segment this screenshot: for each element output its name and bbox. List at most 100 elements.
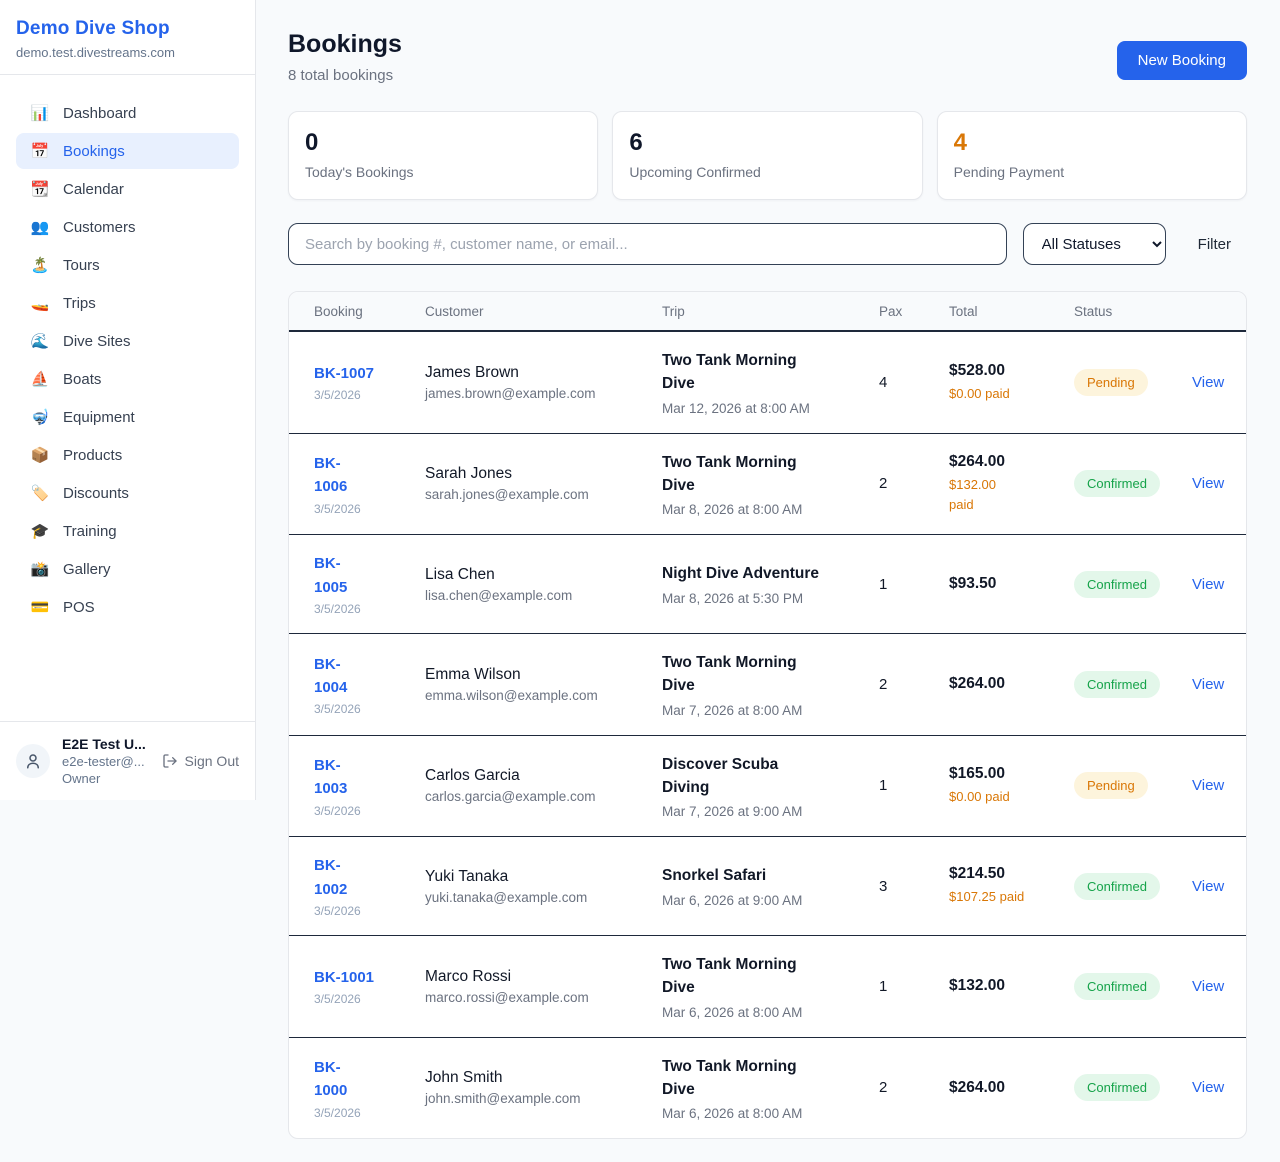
trip-time: Mar 12, 2026 at 8:00 AM <box>662 401 879 416</box>
booking-date: 3/5/2026 <box>314 602 425 616</box>
booking-id-link[interactable]: BK- 1004 <box>314 653 425 700</box>
booking-id-link[interactable]: BK- 1006 <box>314 452 425 499</box>
sidebar-item-gallery[interactable]: 📸 Gallery <box>16 551 239 587</box>
customer-name: Emma Wilson <box>425 666 662 684</box>
table-row: BK- 1002 3/5/2026 Yuki Tanaka yuki.tanak… <box>289 837 1246 936</box>
status-badge: Pending <box>1074 772 1148 799</box>
view-link[interactable]: View <box>1192 374 1224 391</box>
trip-name: Two Tank Morning Dive <box>662 953 879 1000</box>
sidebar: Demo Dive Shop demo.test.divestreams.com… <box>0 0 256 800</box>
shop-name: Demo Dive Shop <box>16 18 239 40</box>
trip-name: Two Tank Morning Dive <box>662 349 879 396</box>
sidebar-item-discounts[interactable]: 🏷️ Discounts <box>16 475 239 511</box>
sidebar-item-label: Tours <box>63 257 100 274</box>
sign-out-button[interactable]: Sign Out <box>162 753 239 769</box>
trip-time: Mar 8, 2026 at 8:00 AM <box>662 502 879 517</box>
stat-card-pending-payment: 4 Pending Payment <box>937 111 1247 200</box>
customer-email: sarah.jones@example.com <box>425 487 662 502</box>
customer-name: James Brown <box>425 364 662 382</box>
trip-name: Two Tank Morning Dive <box>662 1055 879 1102</box>
sign-out-icon <box>162 753 178 769</box>
new-booking-button[interactable]: New Booking <box>1117 41 1247 80</box>
island-icon: 🏝️ <box>30 256 50 274</box>
customer-email: john.smith@example.com <box>425 1091 662 1106</box>
table-row: BK- 1004 3/5/2026 Emma Wilson emma.wilso… <box>289 634 1246 736</box>
booking-id-link[interactable]: BK- 1003 <box>314 754 425 801</box>
sidebar-item-equipment[interactable]: 🤿 Equipment <box>16 399 239 435</box>
table-row: BK- 1006 3/5/2026 Sarah Jones sarah.jone… <box>289 434 1246 536</box>
sidebar-item-training[interactable]: 🎓 Training <box>16 513 239 549</box>
booking-id-link[interactable]: BK- 1000 <box>314 1056 425 1103</box>
customer-name: Sarah Jones <box>425 465 662 483</box>
total-amount: $214.50 <box>949 865 1074 883</box>
person-icon <box>24 752 42 770</box>
sidebar-item-bookings[interactable]: 📅 Bookings <box>16 133 239 169</box>
status-filter-select[interactable]: All Statuses <box>1023 223 1166 265</box>
customer-name: John Smith <box>425 1069 662 1087</box>
status-badge: Confirmed <box>1074 571 1160 598</box>
pax-count: 2 <box>879 1079 949 1096</box>
sidebar-header: Demo Dive Shop demo.test.divestreams.com <box>0 0 255 75</box>
bookings-page: Demo Dive Shop demo.test.divestreams.com… <box>0 0 1280 1162</box>
booking-id-link[interactable]: BK-1001 <box>314 966 425 989</box>
stats-row: 0 Today's Bookings 6 Upcoming Confirmed … <box>288 111 1247 200</box>
main-content: Bookings 8 total bookings New Booking 0 … <box>256 0 1280 1139</box>
grad-cap-icon: 🎓 <box>30 522 50 540</box>
status-badge: Confirmed <box>1074 873 1160 900</box>
sidebar-item-dashboard[interactable]: 📊 Dashboard <box>16 95 239 131</box>
stat-label: Pending Payment <box>954 164 1230 180</box>
sidebar-item-pos[interactable]: 💳 POS <box>16 589 239 625</box>
booking-id-link[interactable]: BK- 1005 <box>314 552 425 599</box>
view-link[interactable]: View <box>1192 978 1224 995</box>
customer-email: carlos.garcia@example.com <box>425 789 662 804</box>
booking-id-link[interactable]: BK-1007 <box>314 362 425 385</box>
sidebar-item-trips[interactable]: 🚤 Trips <box>16 285 239 321</box>
customer-email: james.brown@example.com <box>425 386 662 401</box>
booking-date: 3/5/2026 <box>314 992 425 1006</box>
stat-card-upcoming-confirmed: 6 Upcoming Confirmed <box>612 111 922 200</box>
status-badge: Confirmed <box>1074 973 1160 1000</box>
bookings-table: Booking Customer Trip Pax Total Status B… <box>288 291 1247 1139</box>
table-row: BK-1007 3/5/2026 James Brown james.brown… <box>289 332 1246 434</box>
search-input[interactable] <box>288 223 1007 265</box>
sidebar-nav: 📊 Dashboard 📅 Bookings 📆 Calendar 👥 Cust… <box>0 75 255 721</box>
sidebar-item-customers[interactable]: 👥 Customers <box>16 209 239 245</box>
booking-date: 3/5/2026 <box>314 502 425 516</box>
view-link[interactable]: View <box>1192 676 1224 693</box>
column-header-total: Total <box>949 304 1074 319</box>
sidebar-item-label: Calendar <box>63 181 124 198</box>
sidebar-item-calendar[interactable]: 📆 Calendar <box>16 171 239 207</box>
pax-count: 2 <box>879 475 949 492</box>
filter-button[interactable]: Filter <box>1182 228 1247 261</box>
booking-id-link[interactable]: BK- 1002 <box>314 854 425 901</box>
sidebar-item-tours[interactable]: 🏝️ Tours <box>16 247 239 283</box>
total-amount: $93.50 <box>949 575 1074 593</box>
view-link[interactable]: View <box>1192 1079 1224 1096</box>
trip-name: Night Dive Adventure <box>662 562 879 585</box>
sidebar-item-label: Products <box>63 447 122 464</box>
trip-name: Two Tank Morning Dive <box>662 451 879 498</box>
sidebar-item-boats[interactable]: ⛵ Boats <box>16 361 239 397</box>
sidebar-item-label: Customers <box>63 219 136 236</box>
view-link[interactable]: View <box>1192 777 1224 794</box>
view-link[interactable]: View <box>1192 576 1224 593</box>
sidebar-item-label: Bookings <box>63 143 125 160</box>
user-name: E2E Test U... <box>62 736 150 752</box>
customer-name: Marco Rossi <box>425 968 662 986</box>
status-badge: Confirmed <box>1074 470 1160 497</box>
view-link[interactable]: View <box>1192 878 1224 895</box>
trip-time: Mar 8, 2026 at 5:30 PM <box>662 591 879 606</box>
sidebar-item-label: Boats <box>63 371 101 388</box>
pax-count: 3 <box>879 878 949 895</box>
stat-card-todays-bookings: 0 Today's Bookings <box>288 111 598 200</box>
sidebar-item-label: Training <box>63 523 117 540</box>
sidebar-item-products[interactable]: 📦 Products <box>16 437 239 473</box>
credit-card-icon: 💳 <box>30 598 50 616</box>
customer-name: Lisa Chen <box>425 566 662 584</box>
paid-amount: $132.00 paid <box>949 475 1074 514</box>
people-icon: 👥 <box>30 218 50 236</box>
view-link[interactable]: View <box>1192 475 1224 492</box>
sidebar-item-label: Dashboard <box>63 105 136 122</box>
sidebar-item-dive-sites[interactable]: 🌊 Dive Sites <box>16 323 239 359</box>
trip-time: Mar 7, 2026 at 8:00 AM <box>662 703 879 718</box>
